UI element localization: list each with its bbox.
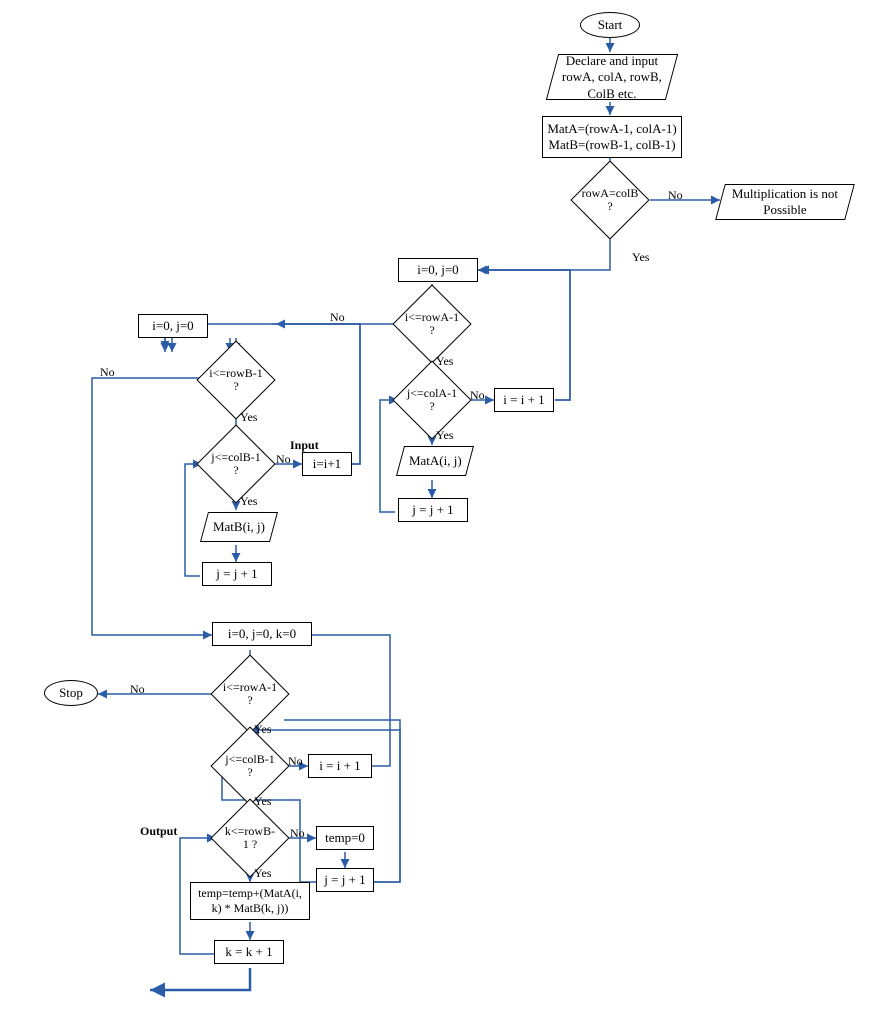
- mata-io-label: MatA(i, j): [409, 453, 462, 469]
- iinc2-process: i=i+1: [302, 452, 352, 476]
- ij0-left-label: i=0, j=0: [152, 318, 193, 334]
- output-section-label: Output: [140, 824, 177, 839]
- mult-impossible-label: Multiplication is not Possible: [725, 186, 845, 219]
- flowchart-canvas: Start Declare and input rowA, colA, rowB…: [0, 0, 877, 1024]
- start-terminator: Start: [580, 12, 640, 38]
- iinc3-process: i = i + 1: [308, 754, 372, 778]
- jcolb2-label: j<=colB-1 ?: [222, 738, 278, 794]
- ij0-left: i=0, j=0: [138, 314, 208, 338]
- kinc-label: k = k + 1: [225, 944, 272, 960]
- ijk0-label: i=0, j=0, k=0: [228, 626, 296, 642]
- jcola-label: j<=colA-1 ?: [404, 372, 460, 428]
- krowb-label: k<=rowB-1 ?: [222, 810, 278, 866]
- mata-io: MatA(i, j): [396, 446, 474, 476]
- jinc3-process: j = j + 1: [316, 868, 374, 892]
- yes-label-8: Yes: [254, 866, 271, 881]
- yes-label-7: Yes: [254, 794, 271, 809]
- jinc2-label: j = j + 1: [216, 566, 257, 582]
- jinc1-label: j = j + 1: [412, 502, 453, 518]
- matb-io: MatB(i, j): [200, 512, 278, 542]
- jinc3-label: j = j + 1: [324, 872, 365, 888]
- no-label-5: No: [100, 365, 115, 380]
- jinc2-process: j = j + 1: [202, 562, 272, 586]
- stop-label: Stop: [59, 685, 83, 701]
- jinc1-process: j = j + 1: [398, 498, 468, 522]
- no-label-3: No: [470, 388, 485, 403]
- yes-label-3: Yes: [436, 428, 453, 443]
- no-label-1: No: [668, 188, 683, 203]
- temp0-process: temp=0: [316, 826, 374, 850]
- temp0-label: temp=0: [325, 830, 365, 846]
- iinc3-label: i = i + 1: [319, 758, 360, 774]
- yes-label-6: Yes: [254, 722, 271, 737]
- irowa2-label: i<=rowA-1 ?: [222, 666, 278, 722]
- irowb-decision: i<=rowB-1 ?: [208, 352, 264, 408]
- matb-io-label: MatB(i, j): [213, 519, 265, 535]
- mult-impossible-io: Multiplication is not Possible: [715, 184, 855, 220]
- no-label-2: No: [330, 310, 345, 325]
- irowa-decision: i<=rowA-1 ?: [404, 296, 460, 352]
- iinc1-process: i = i + 1: [494, 388, 554, 412]
- jcola-decision: j<=colA-1 ?: [404, 372, 460, 428]
- no-label-6: No: [130, 682, 145, 697]
- irowa2-decision: i<=rowA-1 ?: [222, 666, 278, 722]
- matdef-process: MatA=(rowA-1, colA-1) MatB=(rowB-1, colB…: [542, 116, 682, 158]
- yes-label-5: Yes: [240, 494, 257, 509]
- declare-label: Declare and input rowA, colA, rowB, ColB…: [557, 53, 667, 102]
- start-label: Start: [598, 17, 623, 33]
- yes-label-4: Yes: [240, 410, 257, 425]
- iinc2-label: i=i+1: [313, 456, 341, 472]
- rowa-colb-label: rowA=colB ?: [582, 172, 638, 228]
- irowa-label: i<=rowA-1 ?: [404, 296, 460, 352]
- yes-label-2: Yes: [436, 354, 453, 369]
- jcolb-decision: j<=colB-1 ?: [208, 436, 264, 492]
- tempformula-process: temp=temp+(MatA(i, k) * MatB(k, j)): [190, 882, 310, 920]
- ij0-top: i=0, j=0: [398, 258, 478, 282]
- jcolb-label: j<=colB-1 ?: [208, 436, 264, 492]
- input-section-label: Input: [290, 438, 319, 453]
- yes-label-1: Yes: [632, 250, 649, 265]
- no-label-8: No: [290, 826, 305, 841]
- no-label-7: No: [288, 754, 303, 769]
- matdef-label: MatA=(rowA-1, colA-1) MatB=(rowB-1, colB…: [547, 121, 677, 154]
- rowa-colb-decision: rowA=colB ?: [582, 172, 638, 228]
- kinc-process: k = k + 1: [214, 940, 284, 964]
- irowb-label: i<=rowB-1 ?: [208, 352, 264, 408]
- stop-terminator: Stop: [44, 680, 98, 706]
- tempformula-label: temp=temp+(MatA(i, k) * MatB(k, j)): [195, 886, 305, 916]
- jcolb2-decision: j<=colB-1 ?: [222, 738, 278, 794]
- ijk0-process: i=0, j=0, k=0: [212, 622, 312, 646]
- declare-io: Declare and input rowA, colA, rowB, ColB…: [546, 54, 678, 100]
- krowb-decision: k<=rowB-1 ?: [222, 810, 278, 866]
- no-label-4: No: [276, 452, 291, 467]
- ij0-top-label: i=0, j=0: [417, 262, 458, 278]
- iinc1-label: i = i + 1: [503, 392, 544, 408]
